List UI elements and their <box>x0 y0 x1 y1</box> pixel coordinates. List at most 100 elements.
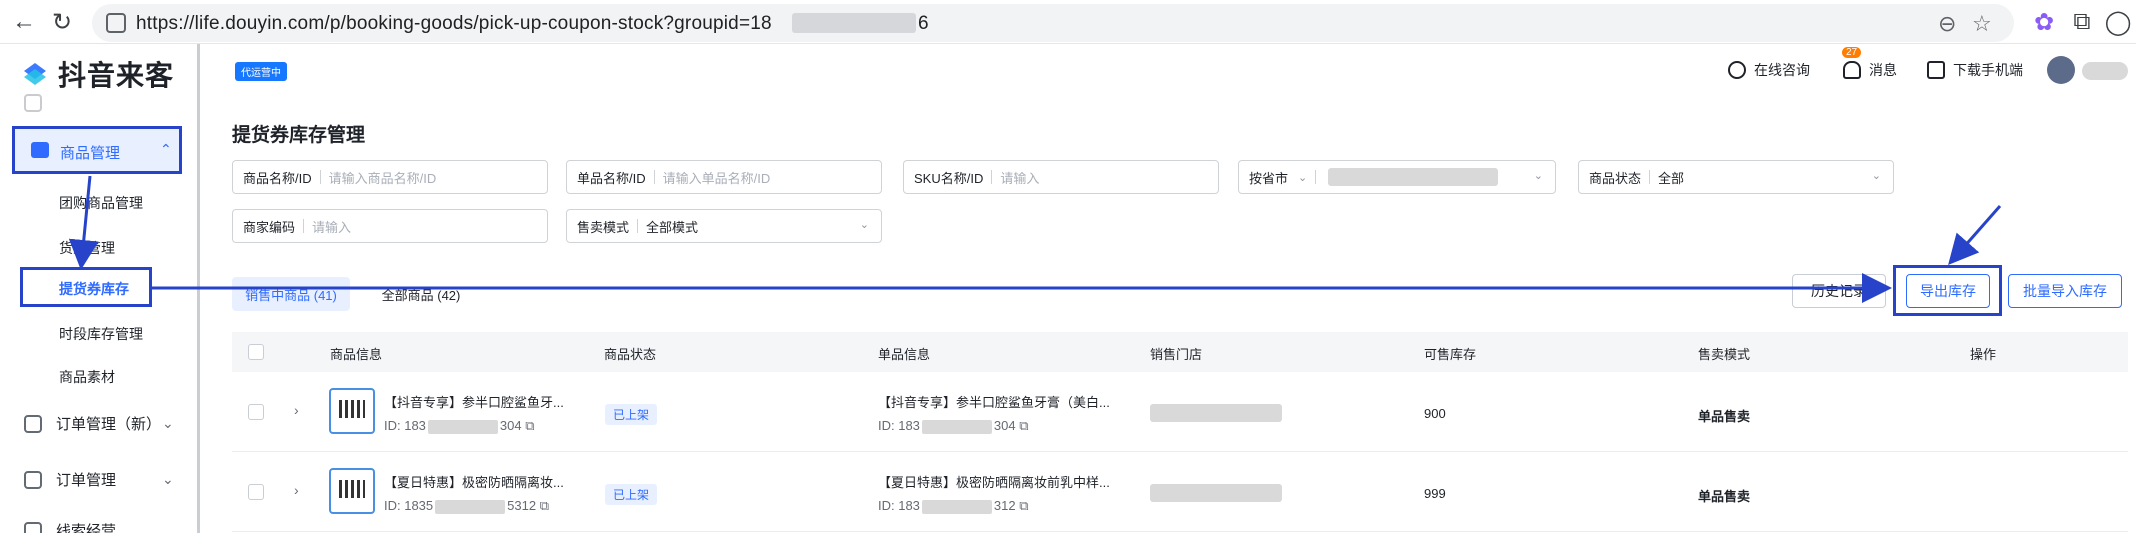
field-value: 全部 <box>1658 170 1685 186</box>
stock-value: 900 <box>1424 406 1446 421</box>
field-label: 商家编码 <box>243 219 296 235</box>
messages-link[interactable]: 消息 <box>1843 60 1897 80</box>
single-id-prefix: ID: 183 <box>878 498 920 513</box>
copy-icon[interactable]: ⧉ <box>540 498 549 513</box>
copy-icon[interactable]: ⧉ <box>1019 418 1028 433</box>
bell-icon <box>1843 61 1861 79</box>
single-id: ID: 183 312 ⧉ <box>878 498 1029 514</box>
product-title[interactable]: 【抖音专享】参半口腔鲨鱼牙... <box>384 392 564 411</box>
row-checkbox[interactable] <box>248 404 264 420</box>
sidebar-item-slot-stock[interactable]: 时段库存管理 <box>59 324 143 344</box>
online-consult-link[interactable]: 在线咨询 <box>1728 60 1810 80</box>
field-label: SKU名称/ID <box>914 170 984 186</box>
divider <box>1649 170 1651 184</box>
divider <box>319 170 321 184</box>
arrow-down-to-export <box>1948 205 2002 266</box>
product-title[interactable]: 【夏日特惠】极密防晒隔离妆... <box>384 472 564 491</box>
id-redacted <box>921 499 992 514</box>
tab-all-goods[interactable]: 全部商品 (42) <box>362 277 480 311</box>
divider <box>653 170 655 184</box>
sidebar-scrollbar[interactable] <box>197 44 200 533</box>
single-title: 【抖音专享】参半口腔鲨鱼牙膏（美白... <box>878 395 1110 410</box>
copy-icon[interactable]: ⧉ <box>525 418 534 433</box>
store-redacted <box>1150 404 1282 422</box>
status-badge: 已上架 <box>605 404 658 425</box>
avatar[interactable] <box>2047 56 2075 84</box>
select-all-checkbox[interactable] <box>248 344 264 360</box>
browser-toolbar: ← ↻ https://life.douyin.com/p/booking-go… <box>0 0 2136 44</box>
expand-icon[interactable]: › <box>294 482 299 498</box>
tab-on-sale[interactable]: 销售中商品 (41) <box>232 277 350 311</box>
region-select[interactable]: 按省市 ⌄ ⌄ <box>1238 160 1556 194</box>
sidebar-item-hidden[interactable] <box>24 94 56 112</box>
sidebar-item-materials[interactable]: 商品素材 <box>59 367 115 387</box>
field-label: 按省市 <box>1249 170 1289 186</box>
single-id-suffix: 304 <box>993 418 1016 433</box>
zoom-icon[interactable]: ⊖ <box>1938 11 1956 37</box>
region-value-redacted <box>1328 168 1499 186</box>
shop-bag-icon <box>31 142 49 158</box>
product-name-field[interactable]: 商品名称/ID 请输入商品名称/ID <box>232 160 548 194</box>
batch-import-button[interactable]: 批量导入库存 <box>2008 274 2122 308</box>
history-button[interactable]: 历史记录 <box>1792 274 1886 308</box>
download-app-label: 下载手机端 <box>1953 62 2023 78</box>
product-id-prefix: ID: 1835 <box>384 498 434 513</box>
back-icon[interactable]: ← <box>10 8 38 36</box>
row-checkbox[interactable] <box>248 484 264 500</box>
chevron-down-icon: ⌄ <box>1533 170 1543 182</box>
download-app-link[interactable]: 下载手机端 <box>1927 60 2023 80</box>
url-suffix: 6 <box>918 13 929 34</box>
merchant-code-field[interactable]: 商家编码 请输入 <box>232 209 548 243</box>
sidebar-group-label: 线索经营 <box>56 523 117 533</box>
expand-icon[interactable]: › <box>294 402 299 418</box>
field-placeholder: 请输入 <box>1000 170 1040 186</box>
field-value: 全部模式 <box>646 219 699 235</box>
field-label: 单品名称/ID <box>577 170 646 186</box>
sidebar-group-label: 订单管理（新） <box>56 416 162 433</box>
table-header: 商品信息 商品状态 单品信息 销售门店 可售库存 售卖模式 操作 <box>232 332 2128 372</box>
reload-icon[interactable]: ↻ <box>48 8 76 36</box>
sidebar-item-shelf[interactable]: 货架管理 <box>59 238 115 258</box>
messages-label: 消息 <box>1869 62 1897 78</box>
copy-icon[interactable]: ⧉ <box>1019 498 1028 513</box>
field-placeholder: 请输入商品名称/ID <box>328 170 437 186</box>
sidebar-group-label: 商品管理 <box>60 145 121 162</box>
single-name-field[interactable]: 单品名称/ID 请输入单品名称/ID <box>566 160 882 194</box>
column-header: 操作 <box>1970 347 1997 362</box>
sidebar-group-leads[interactable]: 线索经营 <box>24 520 116 533</box>
puzzle-icon[interactable]: ⧉ <box>2068 8 2096 36</box>
bookmark-star-icon[interactable]: ☆ <box>1972 11 1992 37</box>
sidebar-group-products[interactable]: 商品管理 ⌃ <box>12 126 182 174</box>
address-bar[interactable]: https://life.douyin.com/p/booking-goods/… <box>92 4 2014 42</box>
single-id-prefix: ID: 183 <box>878 418 920 433</box>
sidebar-group-orders[interactable]: 订单管理 ⌄ <box>24 469 174 490</box>
sidebar-item-coupon-stock[interactable]: 提货券库存 <box>20 267 152 307</box>
export-stock-button[interactable]: 导出库存 <box>1906 274 1990 308</box>
product-id-suffix: 304 <box>499 418 522 433</box>
status-badge: 已上架 <box>605 484 658 505</box>
extension-icon[interactable]: ✿ <box>2030 8 2058 36</box>
site-info-icon[interactable] <box>106 13 126 33</box>
status-badge: 代运营中 <box>235 62 287 81</box>
logo-icon <box>24 63 46 85</box>
table-row: › 【抖音专享】参半口腔鲨鱼牙... ID: 183 304 ⧉ 已上架 【抖音专… <box>232 372 2128 452</box>
sidebar-item-group-goods[interactable]: 团购商品管理 <box>59 193 143 213</box>
order-icon <box>24 470 42 489</box>
product-id-prefix: ID: 183 <box>384 418 426 433</box>
product-status-select[interactable]: 商品状态 全部 ⌄ <box>1578 160 1894 194</box>
chevron-down-icon: ⌄ <box>162 415 174 431</box>
sale-mode-select[interactable]: 售卖模式 全部模式 ⌄ <box>566 209 882 243</box>
profile-icon[interactable]: ◯ <box>2104 8 2132 36</box>
column-header: 可售库存 <box>1424 347 1477 362</box>
menu-icon <box>24 94 42 112</box>
sidebar-group-orders-new[interactable]: 订单管理（新） ⌄ <box>24 413 174 434</box>
product-id-suffix: 5312 <box>507 498 537 513</box>
sidebar-item-label: 提货券库存 <box>59 281 129 297</box>
leads-icon <box>24 521 42 533</box>
account-name-redacted[interactable] <box>2082 62 2128 80</box>
column-header: 售卖模式 <box>1698 347 1751 362</box>
field-placeholder: 请输入 <box>312 219 352 235</box>
field-label: 商品状态 <box>1589 170 1642 186</box>
field-label: 商品名称/ID <box>243 170 312 186</box>
sku-name-field[interactable]: SKU名称/ID 请输入 <box>903 160 1219 194</box>
